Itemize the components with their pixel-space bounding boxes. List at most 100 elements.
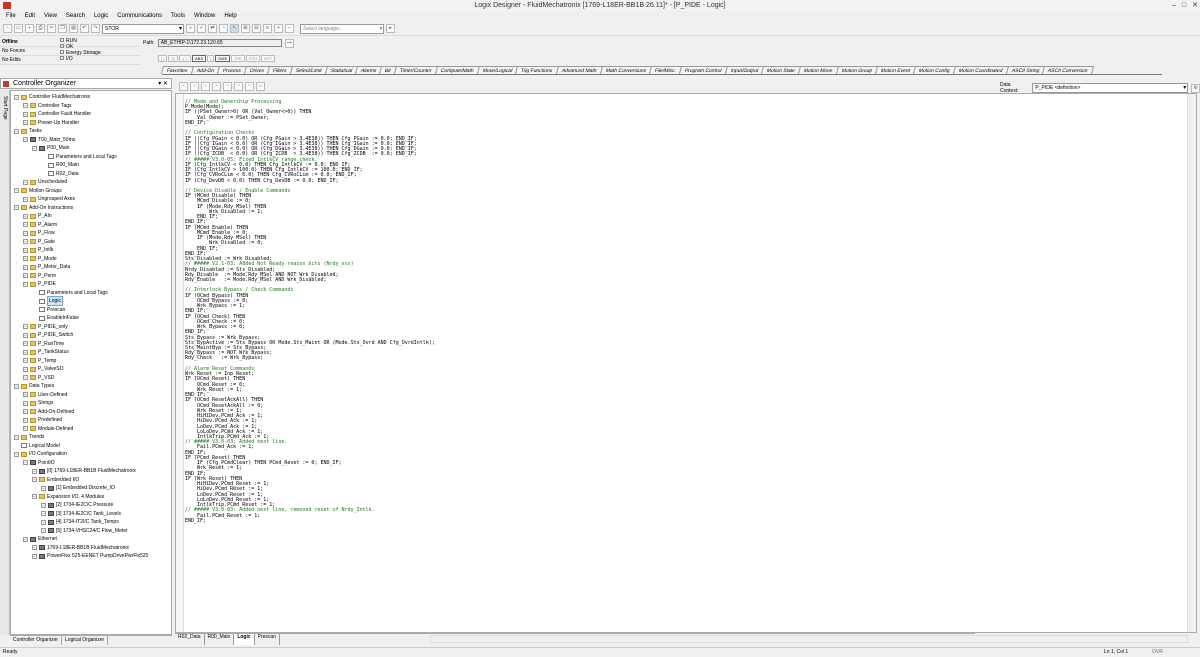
menu-item-tools[interactable]: Tools xyxy=(171,11,185,21)
expand-icon[interactable]: − xyxy=(23,358,28,363)
expand-icon[interactable]: − xyxy=(23,332,28,338)
print-icon[interactable]: ⎙ xyxy=(36,24,45,33)
tree-node[interactable]: − [2] 1734-IE2C/C Pressure xyxy=(41,501,113,509)
tree-node[interactable]: − Strings xyxy=(23,399,54,407)
ladder-button[interactable]: OTU xyxy=(245,55,261,62)
tab-move-logical[interactable]: Move/Logical xyxy=(476,66,519,74)
browse-icon[interactable]: ⊟ xyxy=(252,24,261,33)
tab-motion-event[interactable]: Motion Event xyxy=(875,66,917,74)
tree-node[interactable]: − Motion Groups xyxy=(14,187,62,195)
tree-node[interactable]: − P_Flow xyxy=(23,229,55,237)
network-icon[interactable]: ⊶ xyxy=(284,38,294,48)
tree-node[interactable]: − I/O Configuration xyxy=(14,450,67,458)
tab-add-on[interactable]: Add-On xyxy=(190,66,220,74)
expand-icon[interactable]: − xyxy=(32,145,37,151)
language-go-icon[interactable]: ▸ xyxy=(386,24,395,33)
expand-icon[interactable]: − xyxy=(23,400,28,406)
tree-node[interactable]: − P_Motor_Data xyxy=(23,263,70,271)
save-icon[interactable]: ▪ xyxy=(25,24,34,33)
ladder-button[interactable]: -( )- xyxy=(178,55,192,62)
expand-icon[interactable]: − xyxy=(32,494,37,499)
tree-node[interactable]: − [3] 1734-IE2C/C Tank_Levels xyxy=(41,510,121,518)
tree-node[interactable]: R02_Data xyxy=(41,170,79,178)
expand-icon[interactable]: − xyxy=(14,205,19,210)
tree-node[interactable]: − P_AIn xyxy=(23,212,52,220)
expand-icon[interactable]: − xyxy=(14,383,19,389)
start-page-tab[interactable]: Start Page xyxy=(0,90,10,635)
organizer-tab-1[interactable]: Logical Organizer xyxy=(62,636,109,645)
expand-icon[interactable]: − xyxy=(41,519,46,525)
tree-node[interactable]: − P_Alarm xyxy=(23,221,57,229)
expand-icon[interactable]: − xyxy=(23,247,28,253)
tree-node[interactable]: − Expansion I/O, 4 Modules xyxy=(32,493,104,501)
organizer-tab-0[interactable]: Controller Organizer xyxy=(10,636,63,645)
tab-statistical[interactable]: Statistical xyxy=(324,66,358,74)
tree-node[interactable]: − P_Mode xyxy=(23,255,57,263)
tab-filters[interactable]: Filters xyxy=(266,66,293,74)
search-combo[interactable]: STOR xyxy=(102,23,184,34)
tree-node[interactable]: − P_VSD xyxy=(23,374,54,382)
expand-icon[interactable]: − xyxy=(32,477,37,482)
tree-node[interactable]: Prescan xyxy=(32,306,65,314)
menu-item-help[interactable]: Help xyxy=(224,11,236,21)
editor-tool-4-icon[interactable]: ▫ xyxy=(212,81,221,91)
expand-icon[interactable]: − xyxy=(41,511,46,516)
tree-node[interactable]: − Controller FluidMechatronix xyxy=(14,93,90,101)
expand-icon[interactable]: − xyxy=(41,502,46,508)
expand-icon[interactable]: − xyxy=(23,409,28,414)
tab-select-limit[interactable]: Select/Limit xyxy=(289,66,328,74)
expand-icon[interactable]: − xyxy=(23,417,28,423)
tree-node[interactable]: − P_Perm xyxy=(23,272,56,280)
tree-node[interactable]: − P_ValveSO xyxy=(23,365,63,373)
tree-node[interactable]: − 1769-L18ER-BB1B FluidMechatronix xyxy=(32,544,129,552)
verify-icon[interactable]: ✓ xyxy=(197,24,206,33)
tree-node[interactable]: EnableInFalse xyxy=(32,314,79,322)
tree-node[interactable]: − P_Temp xyxy=(23,357,56,365)
open-icon[interactable]: ▭ xyxy=(14,24,23,33)
expand-icon[interactable]: − xyxy=(23,426,28,431)
expand-icon[interactable]: − xyxy=(23,230,28,236)
tree-node[interactable]: − P_Gate xyxy=(23,238,55,246)
editor-tool-2-icon[interactable]: ▫ xyxy=(190,81,199,91)
new-icon[interactable]: ▫ xyxy=(3,24,12,33)
expand-icon[interactable]: − xyxy=(23,111,28,117)
tree-node[interactable]: Logical Model xyxy=(14,442,60,450)
menu-item-file[interactable]: File xyxy=(6,11,16,21)
ladder-button[interactable]: [ ] xyxy=(158,55,168,62)
pointer-icon[interactable]: ↖ xyxy=(230,24,239,33)
tree-node[interactable]: − T00_Main_50ms xyxy=(23,136,75,144)
routine-tab-logic[interactable]: Logic xyxy=(234,634,255,645)
tree-node[interactable]: − Ungrouped Axes xyxy=(23,195,75,203)
tab-motion-move[interactable]: Motion Move xyxy=(798,66,840,74)
expand-icon[interactable]: − xyxy=(14,451,19,457)
paste-icon[interactable]: ▤ xyxy=(69,24,78,33)
tree-node[interactable]: − User-Defined xyxy=(23,391,67,399)
expand-icon[interactable]: − xyxy=(14,434,19,440)
ladder-button[interactable]: JSR xyxy=(231,55,245,62)
menu-item-communications[interactable]: Communications xyxy=(117,11,162,21)
tab-file-misc-[interactable]: File/Misc. xyxy=(648,66,683,74)
expand-icon[interactable]: − xyxy=(32,553,37,559)
editor-tool-3-icon[interactable]: ▫ xyxy=(201,81,210,91)
data-context-options-icon[interactable]: ⚙ xyxy=(1191,83,1200,93)
zoom-out-icon[interactable]: − xyxy=(285,24,294,33)
tab-timer-counter[interactable]: Timer/Counter xyxy=(394,66,439,74)
tab-compute-math[interactable]: Compute/Math xyxy=(435,66,480,74)
tree-node[interactable]: − Trends xyxy=(14,433,44,441)
menu-item-edit[interactable]: Edit xyxy=(25,11,35,21)
tab-motion-state[interactable]: Motion State xyxy=(761,66,802,74)
tree-node[interactable]: − Add-On-Defined xyxy=(23,408,74,416)
expand-icon[interactable]: − xyxy=(23,341,28,346)
tree-node[interactable]: − Power-Up Handler xyxy=(23,119,79,127)
properties-icon[interactable]: ≡ xyxy=(263,24,272,33)
expand-icon[interactable]: − xyxy=(14,94,19,100)
tree-node[interactable]: − Controller Tags xyxy=(23,102,72,110)
tree-node[interactable]: − PointIO xyxy=(23,459,55,467)
routine-tab-prescan[interactable]: Prescan xyxy=(255,634,280,645)
ladder-button[interactable]: SIZE xyxy=(215,55,231,62)
language-select[interactable]: Select language... xyxy=(300,23,384,34)
ladder-button[interactable]: ] xyxy=(207,55,215,62)
find-icon[interactable]: ⌕ xyxy=(186,24,195,33)
tree-node[interactable]: − P_PIDE_Switch xyxy=(23,331,73,339)
editor-tool-7-icon[interactable]: ▫ xyxy=(245,81,254,91)
